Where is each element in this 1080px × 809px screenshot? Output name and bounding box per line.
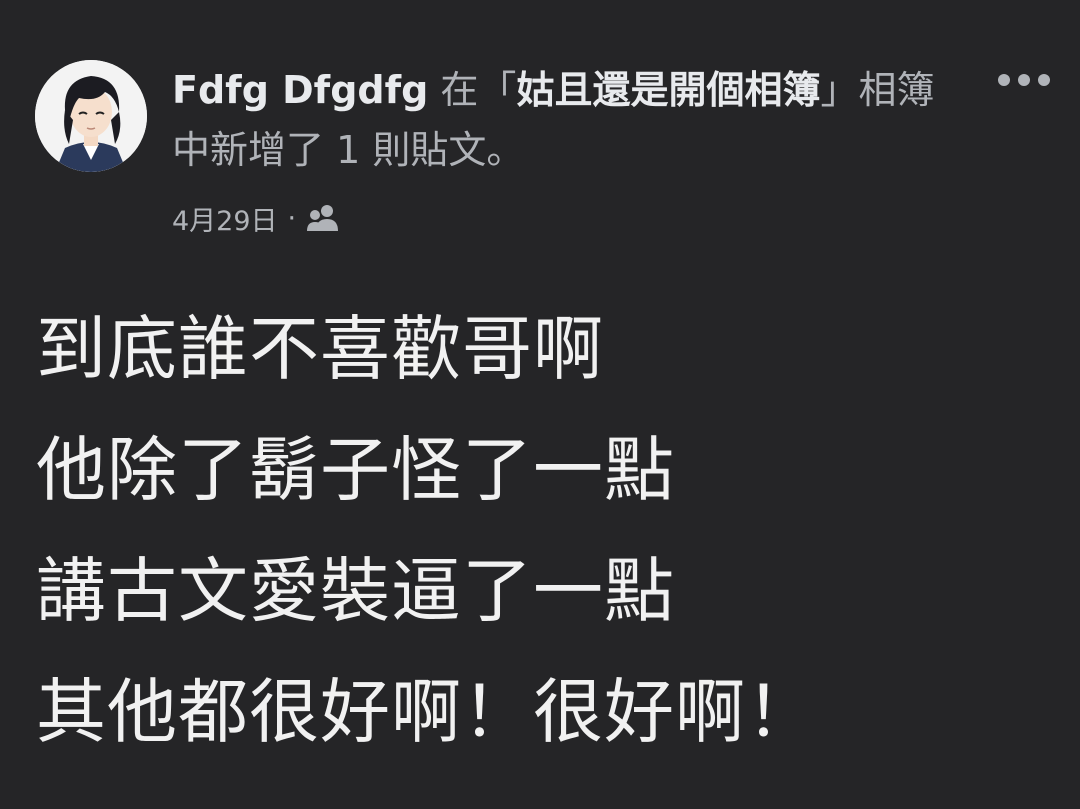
avatar[interactable] (35, 60, 147, 172)
avatar-image (35, 60, 147, 172)
post-body: 到底誰不喜歡哥啊 他除了鬍子怪了一點 講古文愛裝逼了一點 其他都很好啊！很好啊！ (36, 289, 1046, 773)
post-card: Fdfg Dfgdfg 在「姑且還是開個相簿」相簿中新增了 1 則貼文。 4月2… (0, 0, 1080, 809)
more-options-button[interactable] (996, 62, 1052, 98)
author-name[interactable]: Fdfg Dfgdfg (172, 68, 428, 112)
post-line-2: 他除了鬍子怪了一點 (36, 429, 675, 511)
more-horizontal-icon (998, 74, 1050, 86)
post-line-3: 講古文愛裝逼了一點 (36, 550, 675, 632)
post-meta: 4月29日 · (172, 196, 340, 240)
post-line-1: 到底誰不喜歡哥啊 (36, 308, 604, 390)
friends-icon[interactable] (306, 203, 340, 233)
post-line-4: 其他都很好啊！很好啊！ (36, 671, 817, 753)
post-date[interactable]: 4月29日 (172, 199, 278, 238)
album-name[interactable]: 姑且還是開個相簿 (516, 68, 820, 112)
meta-separator: · (287, 202, 297, 234)
headline-connector: 在「 (428, 68, 517, 112)
post-headline: Fdfg Dfgdfg 在「姑且還是開個相簿」相簿中新增了 1 則貼文。 (172, 60, 962, 180)
